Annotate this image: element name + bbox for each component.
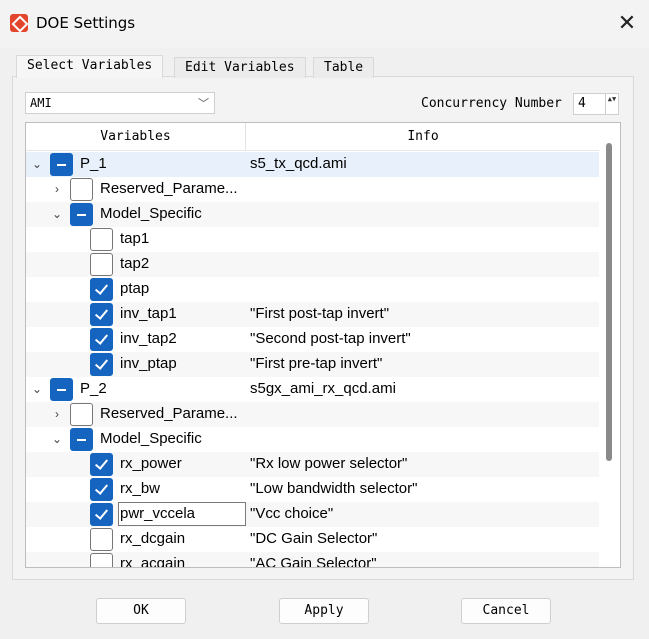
row-label: rx_acgain [120, 555, 186, 568]
row-info: "Vcc choice" [250, 505, 334, 522]
row-label: tap1 [120, 230, 150, 247]
row-label: Model_Specific [100, 430, 202, 447]
tree-row[interactable]: tap1 [26, 227, 599, 252]
row-checkbox[interactable] [90, 478, 113, 501]
concurrency-value: 4 [578, 96, 586, 111]
tree-row[interactable]: rx_acgain "AC Gain Selector" [26, 552, 599, 568]
spinner-arrows-icon[interactable]: ▲▼ [605, 94, 618, 114]
tree-row[interactable]: tap2 [26, 252, 599, 277]
tree-row[interactable]: rx_bw "Low bandwidth selector" [26, 477, 599, 502]
row-info: "Second post-tap invert" [250, 330, 411, 347]
app-logo-icon [10, 14, 28, 32]
chevron-down-icon[interactable]: ⌄ [30, 155, 44, 173]
window-title: DOE Settings [36, 14, 136, 32]
row-info: "First post-tap invert" [250, 305, 390, 322]
tree-row[interactable]: ⌄ P_1 s5_tx_qcd.ami [26, 152, 599, 177]
row-checkbox[interactable] [70, 178, 93, 201]
tree-row[interactable]: ⌄ Model_Specific [26, 427, 599, 452]
row-checkbox[interactable] [90, 328, 113, 351]
tree-row[interactable]: › Reserved_Parame... [26, 402, 599, 427]
concurrency-spinbox[interactable]: 4 ▲▼ [573, 93, 619, 115]
tab-edit-variables[interactable]: Edit Variables [174, 57, 306, 78]
row-label: rx_dcgain [120, 530, 186, 547]
chevron-down-icon: ﹀ [198, 97, 209, 110]
row-info: s5_tx_qcd.ami [250, 155, 347, 172]
row-label: pwr_vccela [120, 505, 196, 522]
tree-row[interactable]: ⌄ Model_Specific [26, 202, 599, 227]
row-label: Model_Specific [100, 205, 202, 222]
tree-row[interactable]: ⌄ P_2 s5gx_ami_rx_qcd.ami [26, 377, 599, 402]
row-info: "First pre-tap invert" [250, 355, 383, 372]
tree-row[interactable]: ptap [26, 277, 599, 302]
concurrency-label: Concurrency Number [421, 96, 562, 111]
column-header-variables[interactable]: Variables [26, 123, 246, 151]
row-checkbox[interactable] [50, 378, 73, 401]
row-label: P_2 [80, 380, 107, 397]
row-label: P_1 [80, 155, 107, 172]
tree-row[interactable]: rx_dcgain "DC Gain Selector" [26, 527, 599, 552]
variables-tree[interactable]: Variables Info ⌄ P_1 s5_tx_qcd.ami › Reserve… [25, 122, 621, 568]
cancel-button[interactable]: Cancel [461, 598, 551, 624]
tree-row[interactable]: › Reserved_Parame... [26, 177, 599, 202]
row-info: "Rx low power selector" [250, 455, 408, 472]
chevron-right-icon[interactable]: › [50, 180, 64, 198]
tree-row[interactable]: inv_tap1 "First post-tap invert" [26, 302, 599, 327]
row-checkbox[interactable] [90, 453, 113, 476]
row-label: inv_tap1 [120, 305, 177, 322]
tab-select-variables[interactable]: Select Variables [16, 55, 164, 78]
vertical-scrollbar[interactable] [606, 143, 612, 461]
tree-row[interactable]: inv_ptap "First pre-tap invert" [26, 352, 599, 377]
row-info: "Low bandwidth selector" [250, 480, 418, 497]
column-header-info[interactable]: Info [247, 123, 599, 151]
ok-button[interactable]: OK [96, 598, 186, 624]
row-label: ptap [120, 280, 150, 297]
row-checkbox[interactable] [90, 553, 113, 567]
row-info: "DC Gain Selector" [250, 530, 378, 547]
row-checkbox[interactable] [90, 353, 113, 376]
row-label: rx_power [120, 455, 182, 472]
row-checkbox[interactable] [70, 203, 93, 226]
row-checkbox[interactable] [90, 528, 113, 551]
row-label: inv_tap2 [120, 330, 177, 347]
apply-button[interactable]: Apply [279, 598, 369, 624]
row-label: Reserved_Parame... [100, 405, 238, 422]
row-label: Reserved_Parame... [100, 180, 238, 197]
row-checkbox[interactable] [70, 403, 93, 426]
model-type-value: AMI [30, 96, 52, 110]
row-checkbox[interactable] [70, 428, 93, 451]
chevron-down-icon[interactable]: ⌄ [50, 430, 64, 448]
close-icon[interactable]: ✕ [612, 10, 642, 38]
tree-header: Variables Info [26, 123, 599, 151]
model-type-select[interactable]: AMI ﹀ [25, 92, 215, 114]
row-info: s5gx_ami_rx_qcd.ami [250, 380, 396, 397]
tree-row[interactable]: rx_power "Rx low power selector" [26, 452, 599, 477]
row-label: tap2 [120, 255, 150, 272]
tab-table[interactable]: Table [313, 57, 375, 78]
row-info: "AC Gain Selector" [250, 555, 377, 568]
tree-row[interactable]: pwr_vccela "Vcc choice" [26, 502, 599, 527]
row-checkbox[interactable] [50, 153, 73, 176]
row-checkbox[interactable] [90, 278, 113, 301]
row-checkbox[interactable] [90, 253, 113, 276]
row-checkbox[interactable] [90, 303, 113, 326]
row-checkbox[interactable] [90, 228, 113, 251]
row-checkbox[interactable] [90, 503, 113, 526]
row-label: rx_bw [120, 480, 161, 497]
row-label: inv_ptap [120, 355, 177, 372]
chevron-right-icon[interactable]: › [50, 405, 64, 423]
chevron-down-icon[interactable]: ⌄ [50, 205, 64, 223]
chevron-down-icon[interactable]: ⌄ [30, 380, 44, 398]
tree-row[interactable]: inv_tap2 "Second post-tap invert" [26, 327, 599, 352]
title-bar: DOE Settings ✕ [0, 0, 649, 48]
